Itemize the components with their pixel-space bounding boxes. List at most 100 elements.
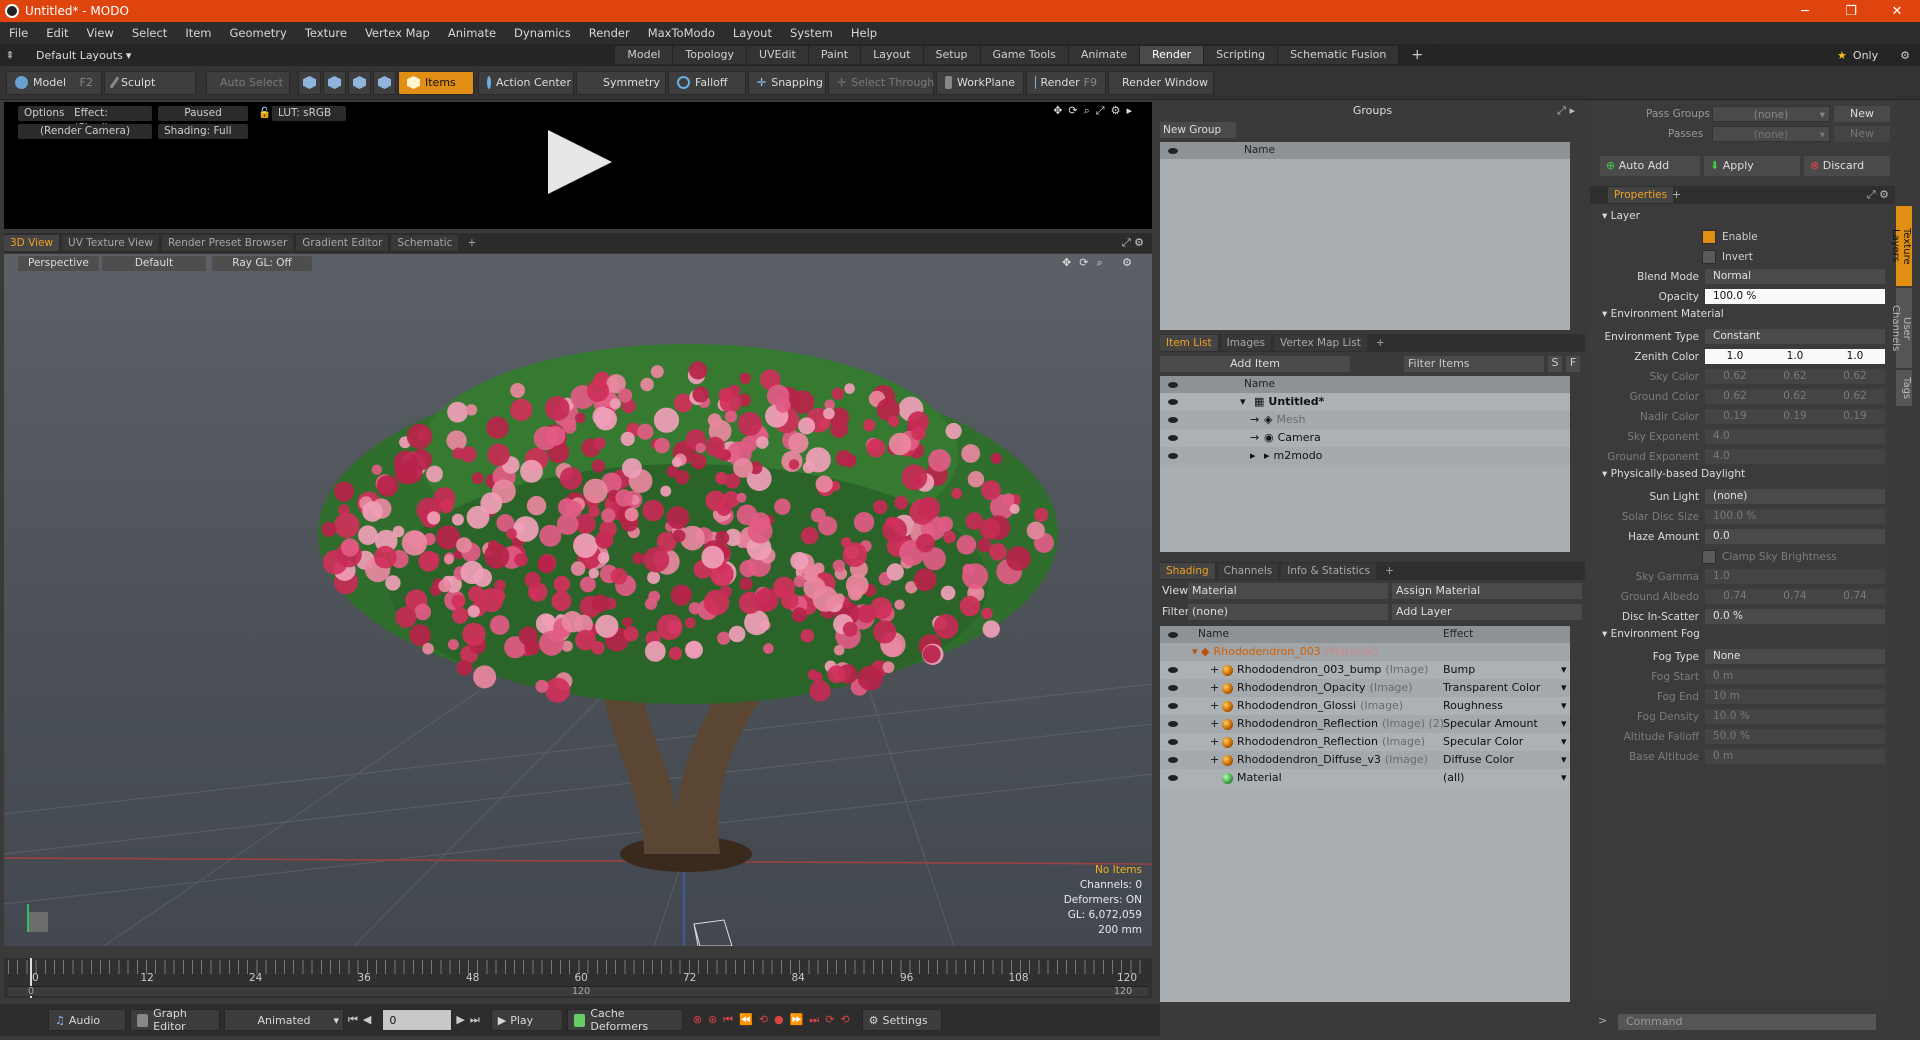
environment-section[interactable]: ▾ Environment Material bbox=[1602, 308, 1724, 320]
layer-section[interactable]: ▾ Layer bbox=[1602, 210, 1640, 222]
enable-row[interactable]: Enable bbox=[1702, 228, 1920, 245]
timeline-range[interactable]: 0 120 120 bbox=[8, 986, 1148, 997]
shader-effect-dropdown[interactable]: Diffuse Color bbox=[1443, 751, 1561, 769]
visibility-eye-icon[interactable] bbox=[1168, 399, 1178, 405]
sculpt-button[interactable]: Sculpt bbox=[104, 70, 196, 95]
materials-mode-button[interactable] bbox=[373, 70, 396, 95]
layout-tab-scripting[interactable]: Scripting bbox=[1204, 46, 1279, 64]
tab-images[interactable]: Images bbox=[1220, 335, 1271, 351]
tab-vertex-map-list[interactable]: Vertex Map List bbox=[1273, 335, 1367, 351]
visibility-eye-icon[interactable] bbox=[1168, 453, 1178, 459]
cache-deformers-button[interactable]: Cache Deformers bbox=[566, 1007, 683, 1033]
assign-material-button[interactable]: Assign Material bbox=[1392, 583, 1582, 599]
tab-uv-texture-view[interactable]: UV Texture View bbox=[62, 235, 159, 251]
close-button[interactable]: ✕ bbox=[1874, 4, 1920, 19]
layout-tab-schematic-fusion[interactable]: Schematic Fusion bbox=[1278, 46, 1400, 64]
lut-dropdown[interactable]: LUT: sRGB bbox=[272, 106, 346, 121]
visibility-eye-icon[interactable] bbox=[1168, 417, 1178, 423]
sun-light-dropdown[interactable]: (none) bbox=[1705, 489, 1885, 504]
menu-maxtomodo[interactable]: MaxToModo bbox=[639, 26, 724, 40]
menu-dynamics[interactable]: Dynamics bbox=[505, 26, 580, 40]
perspective-dropdown[interactable]: Perspective bbox=[18, 256, 99, 271]
disc-inscatter-field[interactable]: 0.0 % bbox=[1705, 609, 1885, 624]
snapping-button[interactable]: ✛ Snapping bbox=[748, 70, 826, 95]
menu-edit[interactable]: Edit bbox=[37, 26, 77, 40]
layout-tab-model[interactable]: Model bbox=[615, 46, 674, 64]
layout-tab-animate[interactable]: Animate bbox=[1068, 46, 1140, 64]
tab-render-preset-browser[interactable]: Render Preset Browser bbox=[161, 235, 294, 251]
expand-plus-icon[interactable]: + bbox=[1210, 733, 1220, 751]
add-tab-icon[interactable]: + bbox=[1370, 335, 1391, 351]
items-mode-button[interactable]: Items bbox=[398, 70, 474, 95]
shader-effect-dropdown[interactable]: Specular Color bbox=[1443, 733, 1561, 751]
item-list-row[interactable]: ▸ ▸ m2modo bbox=[1160, 447, 1570, 465]
auto-add-button[interactable]: ⊕ Auto Add bbox=[1600, 156, 1700, 176]
render-window-button[interactable]: Render Window bbox=[1108, 70, 1214, 95]
tab-3d-view[interactable]: 3D View bbox=[4, 235, 60, 251]
add-tab-icon[interactable]: + bbox=[461, 235, 482, 251]
tree-expand-icon[interactable]: ▾ bbox=[1240, 393, 1254, 411]
menu-select[interactable]: Select bbox=[123, 26, 176, 40]
visibility-eye-icon[interactable] bbox=[1168, 775, 1178, 781]
groups-expand-icon[interactable]: ⤢ ▸ bbox=[1557, 104, 1575, 118]
view-dropdown[interactable]: Material bbox=[1188, 583, 1388, 599]
frame-field[interactable]: 0 bbox=[382, 1009, 453, 1031]
action-center-button[interactable]: Action Center bbox=[478, 70, 574, 95]
tree-expand-icon[interactable]: ▸ bbox=[1250, 447, 1264, 465]
enable-checkbox[interactable] bbox=[1702, 229, 1716, 244]
minimize-button[interactable]: ─ bbox=[1782, 4, 1828, 19]
solar-disc-field[interactable]: 100.0 % bbox=[1705, 509, 1885, 524]
layout-tab-setup[interactable]: Setup bbox=[923, 46, 981, 64]
graph-editor-button[interactable]: Graph Editor bbox=[130, 1007, 220, 1033]
timeline[interactable]: 0 12 24 36 48 60 72 84 96 108 120 0 120 120 bbox=[4, 958, 1152, 998]
item-list-row[interactable]: → ◉ Camera bbox=[1160, 429, 1570, 447]
fog-section[interactable]: ▾ Environment Fog bbox=[1602, 628, 1700, 640]
falloff-button[interactable]: Falloff bbox=[668, 70, 746, 95]
menu-item[interactable]: Item bbox=[176, 26, 220, 40]
render-effect-dropdown[interactable]: Effect: (Shadi... bbox=[68, 106, 152, 134]
shader-layer-row[interactable]: + Rhododendron_Diffuse_v3 (Image) Diffuse C… bbox=[1160, 751, 1570, 769]
menu-texture[interactable]: Texture bbox=[296, 26, 356, 40]
menu-geometry[interactable]: Geometry bbox=[221, 26, 296, 40]
menu-vertex-map[interactable]: Vertex Map bbox=[356, 26, 439, 40]
layout-tab-paint[interactable]: Paint bbox=[808, 46, 862, 64]
layout-tab-game-tools[interactable]: Game Tools bbox=[980, 46, 1069, 64]
clamp-row[interactable]: Clamp Sky Brightness bbox=[1702, 548, 1920, 565]
layout-tab-layout[interactable]: Layout bbox=[861, 46, 924, 64]
nadir-color-field[interactable]: 0.19 0.19 0.19 bbox=[1705, 409, 1885, 424]
pass-groups-new-button[interactable]: New bbox=[1834, 106, 1890, 122]
only-toggle[interactable]: Only bbox=[1853, 49, 1878, 62]
fog-density-field[interactable]: 10.0 % bbox=[1705, 709, 1885, 724]
model-mode-button[interactable]: Model F2 bbox=[6, 70, 102, 95]
symmetry-button[interactable]: Symmetry bbox=[576, 70, 666, 95]
side-tab-user-channels[interactable]: User Channels bbox=[1890, 288, 1912, 368]
menu-render[interactable]: Render bbox=[580, 26, 639, 40]
render-view-controls[interactable]: ✥⟳⌕⤢⚙▸ bbox=[1053, 104, 1138, 118]
auto-select-button[interactable]: Auto Select bbox=[206, 70, 290, 95]
polygons-mode-button[interactable] bbox=[348, 70, 371, 95]
expand-plus-icon[interactable]: + bbox=[1210, 715, 1220, 733]
shader-layer-row[interactable]: + Rhododendron_Reflection (Image) (2) Specu… bbox=[1160, 715, 1570, 733]
render-camera-dropdown[interactable]: (Render Camera) bbox=[18, 124, 152, 139]
visibility-eye-icon[interactable] bbox=[1168, 739, 1178, 745]
3d-viewport[interactable]: Perspective Default Ray GL: Off ✥⟳⌕ ⚙ No… bbox=[4, 254, 1152, 946]
menu-view[interactable]: View bbox=[78, 26, 123, 40]
opacity-field[interactable]: 100.0 % bbox=[1705, 289, 1885, 304]
filter-items-input[interactable]: Filter Items bbox=[1404, 356, 1544, 372]
menu-layout[interactable]: Layout bbox=[724, 26, 781, 40]
menu-help[interactable]: Help bbox=[842, 26, 886, 40]
add-tab-icon[interactable]: + bbox=[1672, 188, 1681, 201]
visibility-eye-icon[interactable] bbox=[1168, 721, 1178, 727]
render-options-button[interactable]: Options bbox=[18, 106, 71, 121]
raygl-dropdown[interactable]: Ray GL: Off bbox=[212, 256, 312, 271]
tab-gradient-editor[interactable]: Gradient Editor bbox=[296, 235, 389, 251]
passes-dropdown[interactable]: (none) bbox=[1712, 126, 1830, 143]
tab-shading[interactable]: Shading bbox=[1160, 563, 1215, 579]
expand-plus-icon[interactable]: + bbox=[1210, 697, 1220, 715]
expand-plus-icon[interactable]: + bbox=[1210, 661, 1220, 679]
add-layout-icon[interactable]: + bbox=[1399, 46, 1437, 64]
filter-f-button[interactable]: F bbox=[1566, 356, 1580, 372]
viewport-settings-icon[interactable]: ⤢ ⚙ bbox=[1122, 236, 1144, 250]
visibility-eye-icon[interactable] bbox=[1168, 435, 1178, 441]
invert-checkbox[interactable] bbox=[1702, 249, 1716, 264]
